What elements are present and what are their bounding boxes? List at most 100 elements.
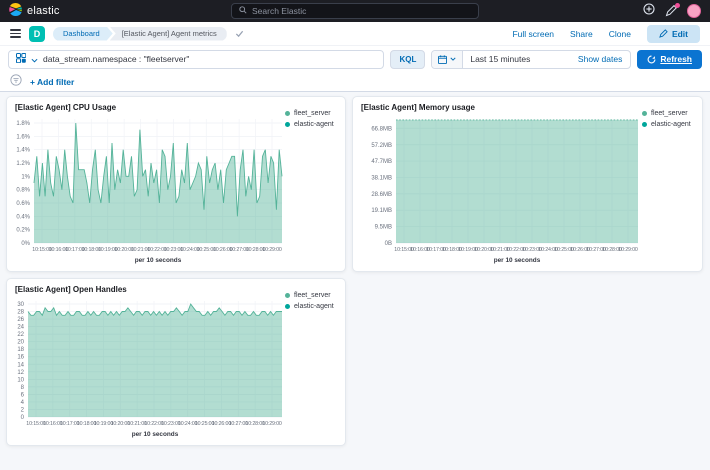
breadcrumb: Dashboard [Elastic Agent] Agent metrics: [53, 27, 227, 41]
svg-text:8: 8: [21, 385, 25, 391]
user-avatar[interactable]: [687, 4, 701, 18]
svg-text:10:29:00: 10:29:00: [262, 247, 282, 253]
svg-text:per 10 seconds: per 10 seconds: [135, 257, 182, 264]
data-view-picker-icon[interactable]: [16, 50, 26, 68]
svg-text:10:29:00: 10:29:00: [262, 421, 282, 427]
open-handles-chart[interactable]: 02468101214161820222426283010:15:0010:16…: [7, 295, 285, 439]
svg-text:1.6%: 1.6%: [16, 134, 30, 140]
newsfeed-pen-icon[interactable]: [665, 5, 677, 17]
svg-text:1.8%: 1.8%: [16, 121, 30, 127]
chevron-down-icon[interactable]: [31, 50, 38, 68]
svg-text:14: 14: [17, 362, 24, 368]
svg-text:19.1MB: 19.1MB: [371, 208, 392, 214]
clone-button[interactable]: Clone: [609, 29, 631, 39]
svg-text:10: 10: [17, 377, 24, 383]
svg-text:0: 0: [21, 415, 25, 421]
svg-text:28: 28: [17, 310, 24, 316]
svg-text:0.6%: 0.6%: [16, 201, 30, 207]
svg-text:per 10 seconds: per 10 seconds: [132, 431, 179, 438]
svg-text:0B: 0B: [385, 241, 392, 247]
legend-item-fleet-server[interactable]: fleet_server: [285, 110, 340, 117]
pencil-icon: [659, 29, 668, 38]
kql-query-input[interactable]: data_stream.namespace : "fleetserver": [8, 50, 384, 69]
plus-circle-icon[interactable]: [643, 2, 655, 20]
legend-item-elastic-agent[interactable]: elastic-agent: [285, 303, 340, 310]
nav-icon-group: [643, 2, 701, 20]
header-breadcrumb-row: D Dashboard [Elastic Agent] Agent metric…: [0, 22, 710, 46]
add-filter-button[interactable]: + Add filter: [30, 77, 74, 87]
svg-text:12: 12: [17, 370, 24, 376]
svg-text:per 10 seconds: per 10 seconds: [494, 257, 541, 264]
menu-icon[interactable]: [10, 29, 21, 38]
panel-memory-usage: [Elastic Agent] Memory usage 0B9.5MB19.1…: [352, 96, 703, 272]
svg-text:38.1MB: 38.1MB: [371, 176, 392, 182]
legend-item-fleet-server[interactable]: fleet_server: [285, 292, 340, 299]
date-picker: Last 15 minutes Show dates: [431, 50, 631, 69]
chart-legend: fleet_server elastic-agent: [285, 110, 340, 128]
svg-text:57.2MB: 57.2MB: [371, 143, 392, 149]
memory-usage-chart[interactable]: 0B 9.5MB 19.1MB 28.6MB 38.1MB 47.7MB 57.2MB 66.…: [353, 113, 641, 265]
svg-text:47.7MB: 47.7MB: [371, 159, 392, 165]
query-text[interactable]: data_stream.namespace : "fleetserver": [43, 54, 376, 64]
calendar-icon: [438, 55, 447, 64]
svg-text:20: 20: [17, 340, 24, 346]
svg-text:0%: 0%: [21, 241, 30, 247]
svg-text:16: 16: [17, 355, 24, 361]
brand-text: elastic: [27, 5, 60, 17]
chart-legend: fleet_server elastic-agent: [642, 110, 697, 128]
breadcrumb-dashboard[interactable]: Dashboard: [53, 27, 113, 41]
svg-text:0.4%: 0.4%: [16, 214, 30, 220]
legend-item-elastic-agent[interactable]: elastic-agent: [642, 121, 697, 128]
time-range-value[interactable]: Last 15 minutes: [463, 54, 578, 64]
global-search-placeholder: Search Elastic: [252, 6, 306, 16]
filter-bar: + Add filter: [0, 72, 710, 92]
cpu-usage-chart[interactable]: 0%0.2%0.4%0.6%0.8%1%1.2%1.4%1.6%1.8%10:1…: [7, 113, 285, 265]
svg-text:18: 18: [17, 347, 24, 353]
header-actions: Full screen Share Clone Edit: [512, 25, 700, 43]
legend-dot: [285, 304, 290, 309]
check-icon: [235, 25, 244, 43]
dashboard-grid: [Elastic Agent] CPU Usage 0%0.2%0.4%0.6%…: [0, 92, 710, 470]
legend-item-fleet-server[interactable]: fleet_server: [642, 110, 697, 117]
panel-cpu-usage: [Elastic Agent] CPU Usage 0%0.2%0.4%0.6%…: [6, 96, 346, 272]
svg-text:1.4%: 1.4%: [16, 148, 30, 154]
panel-open-handles: [Elastic Agent] Open Handles 02468101214…: [6, 278, 346, 446]
refresh-icon: [647, 55, 656, 64]
legend-dot: [285, 122, 290, 127]
svg-text:1%: 1%: [21, 174, 30, 180]
breadcrumb-current-page[interactable]: [Elastic Agent] Agent metrics: [110, 27, 227, 41]
svg-text:4: 4: [21, 400, 25, 406]
search-icon: [239, 6, 247, 16]
legend-item-elastic-agent[interactable]: elastic-agent: [285, 121, 340, 128]
refresh-button[interactable]: Refresh: [637, 50, 702, 69]
legend-dot: [642, 122, 647, 127]
chevron-down-icon: [450, 57, 456, 61]
date-quick-select[interactable]: [432, 51, 463, 68]
notification-badge: [675, 3, 680, 8]
svg-text:30: 30: [17, 302, 24, 308]
svg-text:2: 2: [21, 407, 25, 413]
share-button[interactable]: Share: [570, 29, 593, 39]
svg-text:1.2%: 1.2%: [16, 161, 30, 167]
show-dates-button[interactable]: Show dates: [578, 54, 630, 64]
edit-button[interactable]: Edit: [647, 25, 700, 43]
query-bar: data_stream.namespace : "fleetserver" KQ…: [0, 46, 710, 72]
svg-text:66.8MB: 66.8MB: [371, 126, 392, 132]
full-screen-button[interactable]: Full screen: [512, 29, 554, 39]
svg-text:22: 22: [17, 332, 24, 338]
svg-text:10:29:00: 10:29:00: [618, 247, 638, 253]
elastic-brand[interactable]: elastic: [9, 3, 60, 19]
svg-text:9.5MB: 9.5MB: [375, 225, 392, 231]
svg-text:0.2%: 0.2%: [16, 228, 30, 234]
svg-text:24: 24: [17, 325, 24, 331]
dashboard-app-icon[interactable]: D: [29, 26, 45, 42]
svg-text:28.6MB: 28.6MB: [371, 192, 392, 198]
legend-dot: [642, 111, 647, 116]
svg-text:6: 6: [21, 392, 25, 398]
svg-text:0.8%: 0.8%: [16, 188, 30, 194]
elastic-logo-icon: [9, 3, 22, 19]
chart-legend: fleet_server elastic-agent: [285, 292, 340, 310]
global-search-input[interactable]: Search Elastic: [231, 3, 479, 19]
kql-popover-button[interactable]: KQL: [390, 50, 425, 69]
filter-icon[interactable]: [10, 73, 22, 91]
